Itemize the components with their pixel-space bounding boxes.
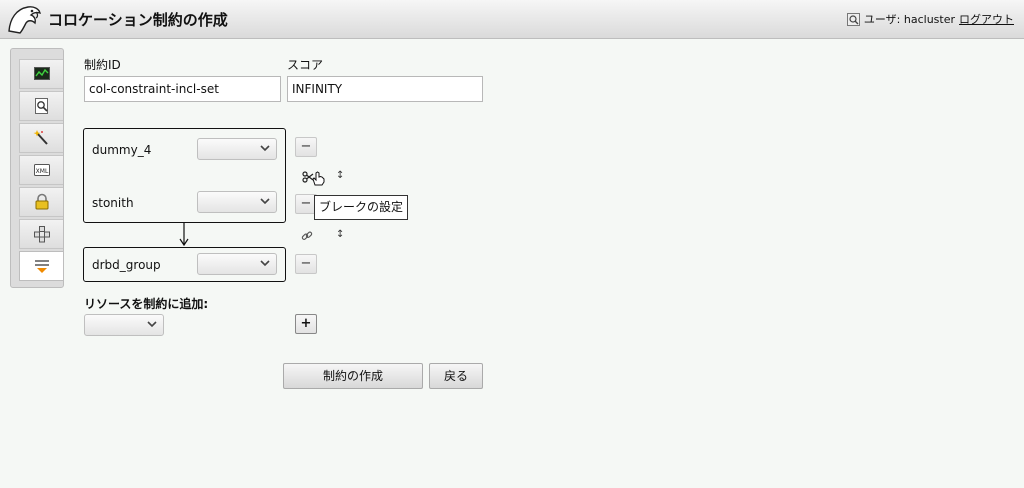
add-resource-button[interactable]: +	[295, 314, 317, 334]
search-document-icon	[34, 98, 48, 114]
user-search-icon	[846, 12, 860, 26]
score-label: スコア	[287, 58, 324, 72]
role-select[interactable]	[197, 253, 277, 275]
back-button[interactable]: 戻る	[429, 363, 483, 389]
sidebar-item-access[interactable]	[19, 187, 63, 217]
user-info: ユーザ: hacluster ログアウト	[846, 11, 1014, 27]
chevron-down-icon	[260, 145, 270, 152]
constraint-id-input[interactable]	[84, 76, 281, 102]
wand-icon	[33, 130, 48, 145]
chevron-down-icon	[260, 260, 270, 267]
add-resource-select[interactable]	[84, 314, 164, 336]
hand-cursor-icon	[312, 171, 325, 186]
svg-text:XML: XML	[35, 168, 48, 175]
link-icon[interactable]	[301, 230, 313, 242]
resource-name: stonith	[92, 196, 134, 210]
order-arrow-icon	[179, 222, 189, 247]
eagle-logo-icon	[8, 6, 41, 34]
chevron-down-icon	[260, 198, 270, 205]
add-resource-label: リソースを制約に追加:	[84, 297, 209, 311]
sidebar-item-cluster[interactable]	[19, 219, 63, 249]
lock-icon	[35, 193, 48, 210]
user-label: ユーザ: hacluster	[863, 13, 955, 26]
resource-set-2: drbd_group	[83, 247, 286, 282]
score-input[interactable]	[287, 76, 483, 102]
resource-name: dummy_4	[92, 143, 152, 157]
reorder-icon[interactable]: ↕	[336, 229, 344, 240]
header-bar: コロケーション制約の作成 ユーザ: hacluster ログアウト	[0, 0, 1024, 39]
sidebar: XML	[10, 48, 64, 288]
create-constraint-button[interactable]: 制約の作成	[283, 363, 423, 389]
constraint-id-label: 制約ID	[84, 58, 121, 72]
network-icon	[33, 226, 50, 243]
sidebar-item-search[interactable]	[19, 91, 63, 121]
role-select[interactable]	[197, 138, 277, 160]
tooltip: ブレークの設定	[314, 195, 409, 220]
resource-name: drbd_group	[92, 258, 161, 272]
sidebar-item-xml[interactable]: XML	[19, 155, 63, 185]
xml-icon: XML	[33, 164, 50, 176]
role-select[interactable]	[197, 191, 277, 213]
sidebar-item-wizard[interactable]	[19, 123, 63, 153]
reorder-icon[interactable]: ↕	[336, 170, 344, 181]
logout-link[interactable]: ログアウト	[959, 11, 1014, 27]
constraints-icon	[34, 260, 49, 273]
sidebar-item-monitor[interactable]	[19, 59, 63, 89]
resource-set-1: dummy_4 stonith	[83, 128, 286, 223]
sidebar-item-constraints[interactable]	[19, 251, 63, 281]
monitor-icon	[33, 67, 50, 80]
page-title: コロケーション制約の作成	[48, 11, 228, 29]
remove-resource-button[interactable]: −	[295, 137, 317, 157]
chevron-down-icon	[147, 321, 157, 328]
remove-resource-button[interactable]: −	[295, 254, 317, 274]
